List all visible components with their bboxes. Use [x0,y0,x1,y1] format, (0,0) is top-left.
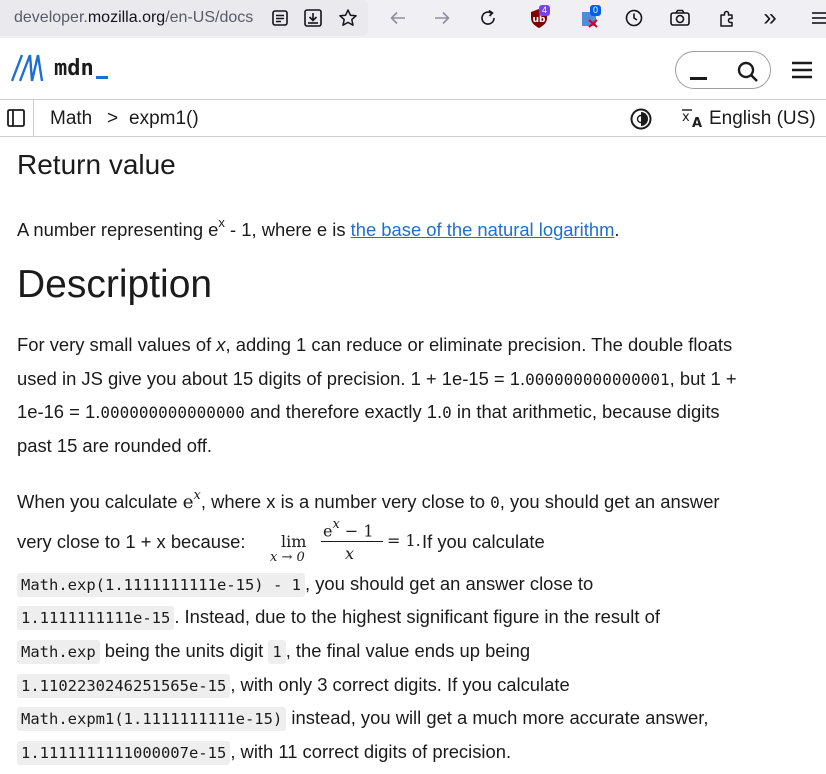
expm1-paragraph-line-4: 1.1111111111e-15. Instead, due to the hi… [17,600,660,635]
return-value-heading: Return value [17,149,176,180]
app-menu-icon[interactable] [806,5,826,31]
language-selector[interactable]: English (US) [709,108,816,130]
screenshot-camera-icon[interactable] [667,5,693,31]
site-header: mdn [0,38,826,100]
clock-icon[interactable] [621,5,647,31]
back-arrow-icon[interactable] [385,5,411,31]
forward-arrow-icon[interactable] [429,5,455,31]
logo-cursor [95,75,108,79]
precision-paragraph-line-3: 1e-16 = 1.000000000000000 and therefore … [17,401,720,422]
expm1-paragraph-line-6: 1.1102230246251565e-15, with only 3 corr… [17,668,570,703]
privacy-extension-icon[interactable]: 0 [577,5,603,31]
natural-log-base-link[interactable]: the base of the natural logarithm [351,219,615,240]
expm1-paragraph-line-2b: If you calculate [422,531,545,552]
extensions-puzzle-icon[interactable] [714,5,740,31]
mdn-logo-mark-icon [10,54,44,82]
save-page-icon[interactable] [300,5,326,31]
code-math-exp-minus-one: Math.exp(1.1111111111e-15) - 1 [17,573,305,597]
breadcrumb-expm1[interactable]: expm1() [129,108,199,130]
language-icon: xA [682,109,702,129]
breadcrumb-divider [33,100,34,136]
svg-text:x: x [682,110,690,125]
url-text[interactable]: developer.mozilla.org/en-US/docs [14,9,262,27]
address-bar[interactable]: developer.mozilla.org/en-US/docs [0,0,368,36]
overflow-chevron-icon[interactable]: » [757,4,783,31]
mdn-logo[interactable]: mdn [10,53,108,83]
expm1-paragraph-line-7: Math.expm1(1.1111111111e-15) instead, yo… [17,701,708,736]
breadcrumb-bar: Math > expm1() xA English (US) [0,100,826,137]
theme-toggle-icon[interactable] [629,108,653,130]
precision-paragraph-line-4: past 15 are rounded off. [17,435,212,456]
precision-paragraph-line-1: For very small values of x, adding 1 can… [17,334,733,355]
code-math-exp: Math.exp [17,640,100,664]
browser-toolbar: developer.mozilla.org/en-US/docs ub 4 0 … [0,0,826,38]
ublock-badge: 4 [538,5,550,16]
code-expected-value: 1.1111111111e-15 [17,606,175,630]
code-units-digit: 1 [268,640,286,664]
reload-icon[interactable] [475,5,501,31]
code-math-expm1-call: Math.expm1(1.1111111111e-15) [17,707,287,731]
precision-paragraph-line-2: used in JS give you about 15 digits of p… [17,368,737,389]
bookmark-star-icon[interactable] [335,5,361,31]
privacy-badge: 0 [589,5,601,16]
breadcrumb-separator: > [107,108,119,129]
search-icon [737,61,758,82]
return-value-text: A number representing ex - 1, where e is… [17,215,620,241]
search-cursor [690,77,707,80]
expm1-paragraph-line-5: Math.exp being the units digit 1, the fi… [17,634,530,669]
description-heading: Description [17,263,213,306]
code-imprecise-result: 1.1102230246251565e-15 [17,674,231,698]
svg-text:ub: ub [533,15,546,25]
expm1-paragraph-line-1: When you calculate ex, where x is a numb… [17,488,720,514]
hamburger-menu-icon[interactable] [790,60,814,80]
code-accurate-result: 1.1111111111000007e-15 [17,741,231,765]
expm1-paragraph-line-8: 1.1111111111000007e-15, with 11 correct … [17,735,511,770]
expm1-paragraph-line-3: Math.exp(1.1111111111e-15) - 1, you shou… [17,567,593,602]
expm1-paragraph-line-2a: very close to 1 + x because: [17,531,246,552]
ublock-extension-icon[interactable]: ub 4 [526,5,552,31]
breadcrumb-math[interactable]: Math [50,108,92,130]
logo-text: mdn [54,55,94,81]
search-button[interactable] [675,51,771,89]
svg-text:A: A [692,116,702,129]
reader-view-icon[interactable] [267,5,293,31]
sidebar-toggle-icon[interactable] [7,109,25,127]
